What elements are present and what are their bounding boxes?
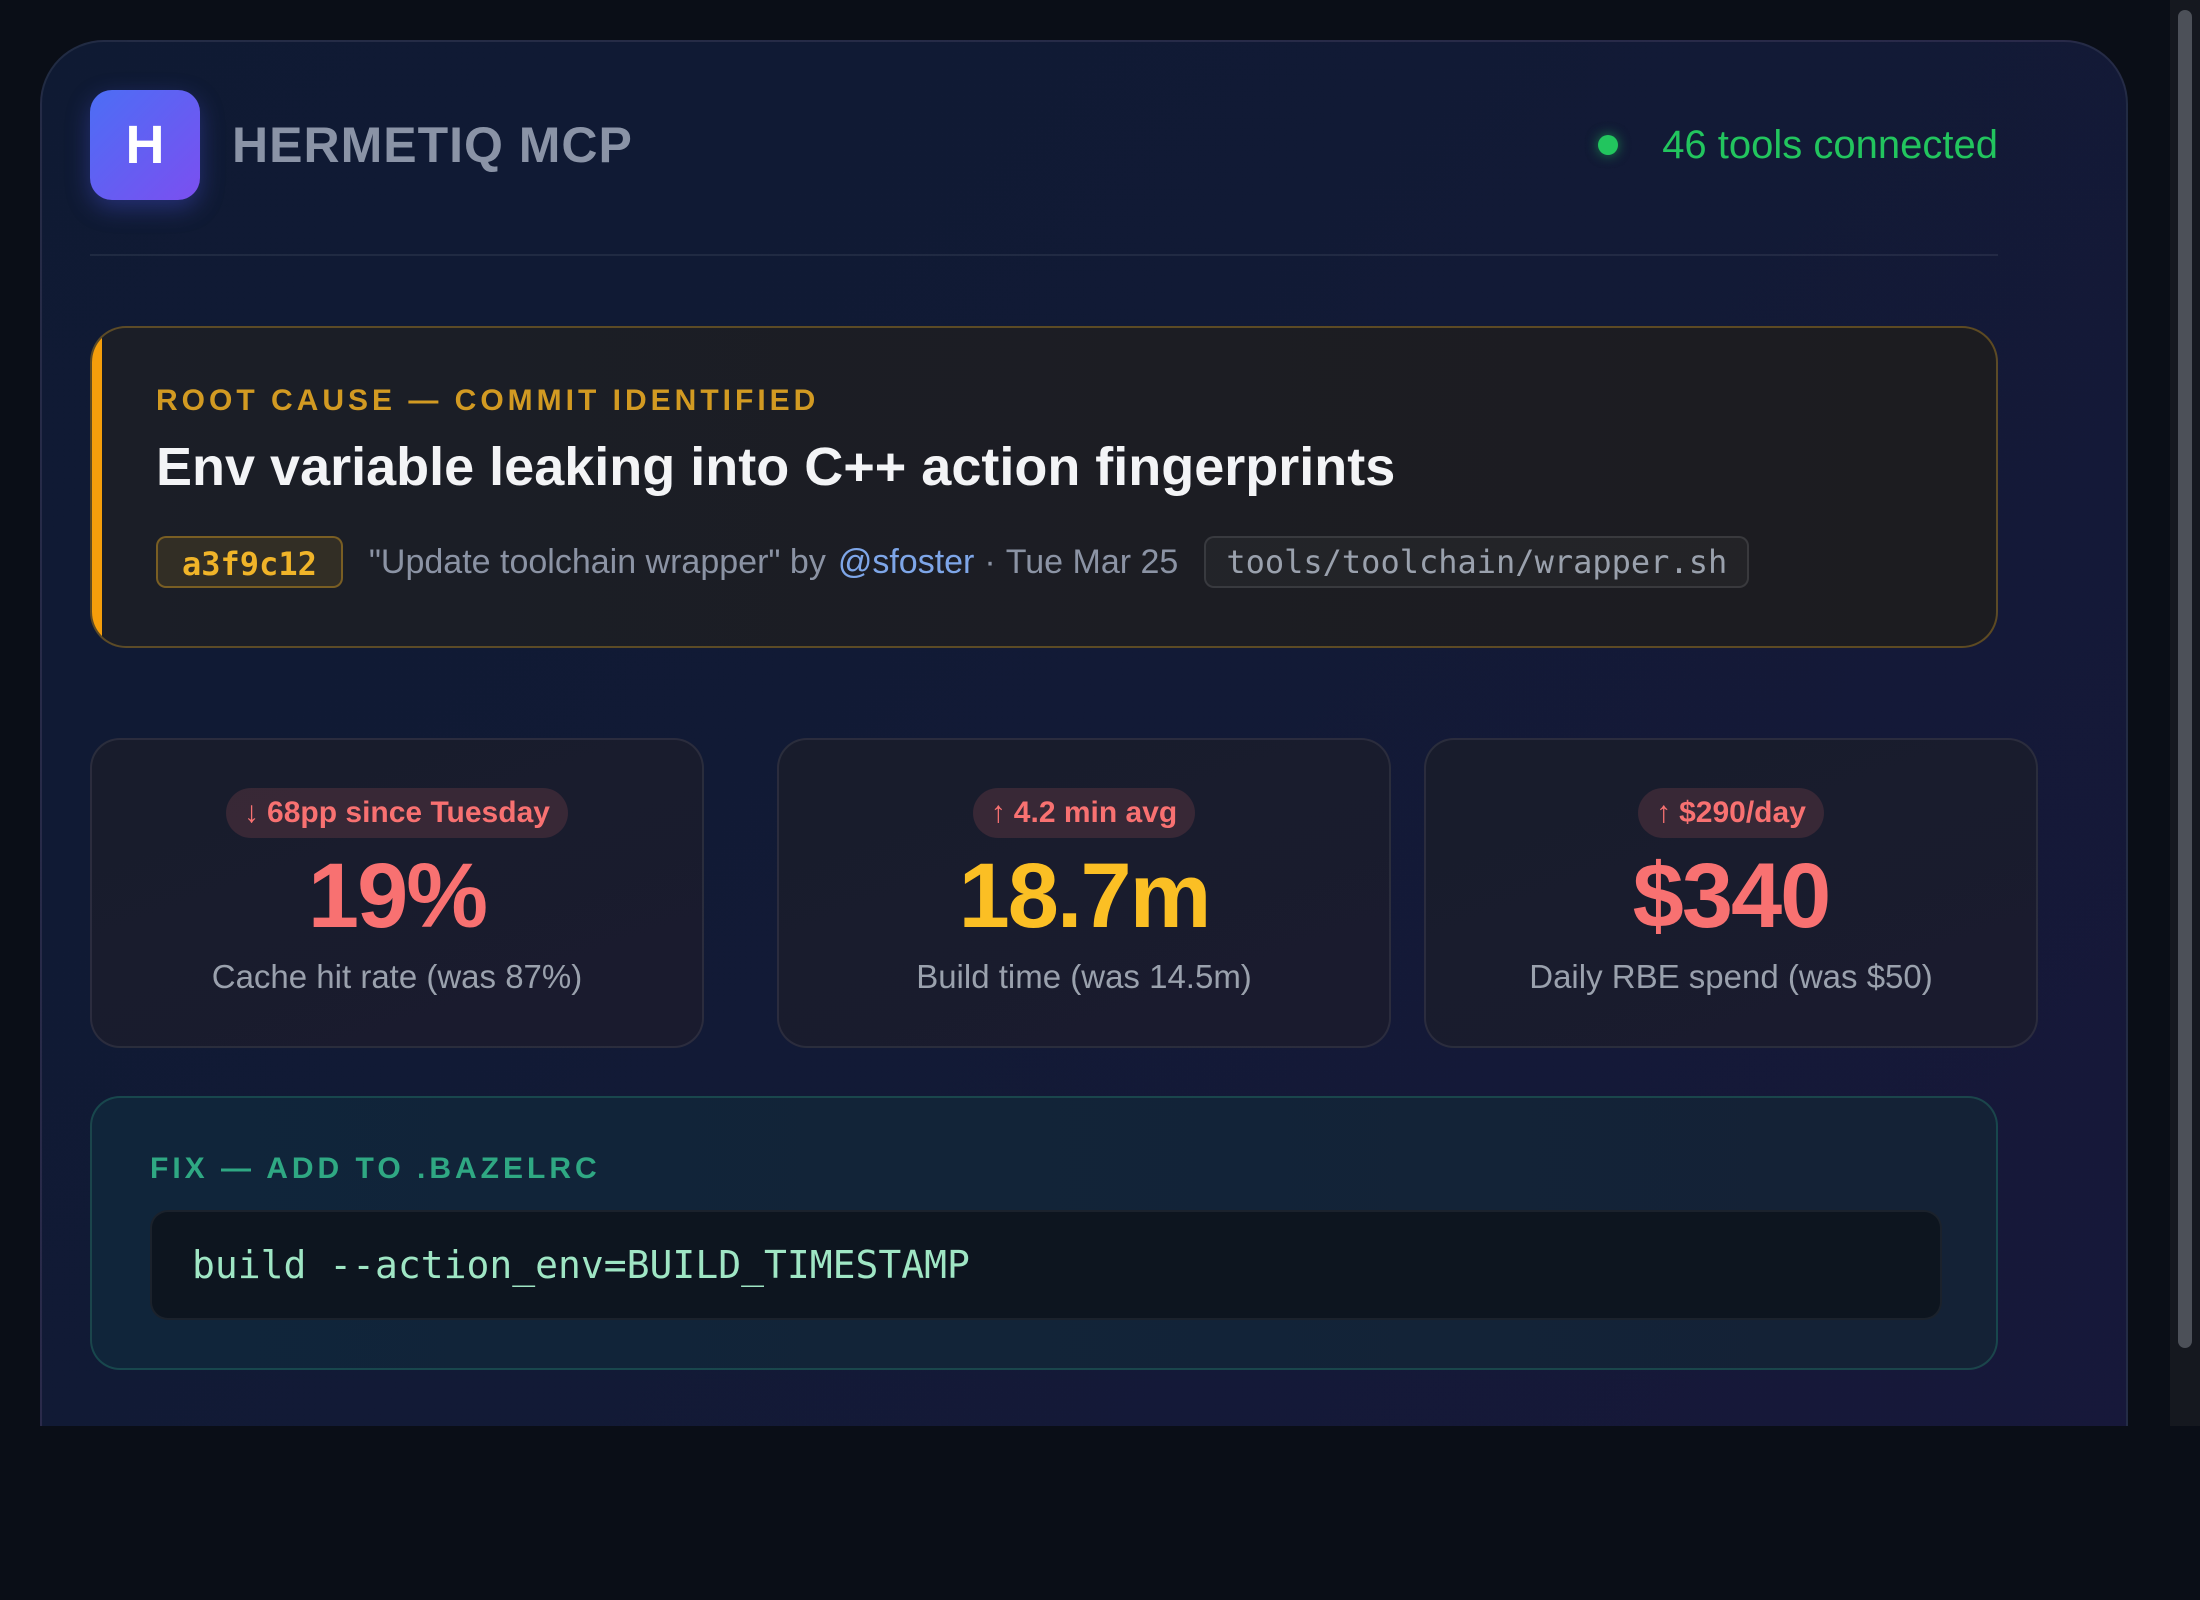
metric-delta-text: $290/day bbox=[1679, 796, 1806, 829]
code-snippet: build --action_env=BUILD_TIMESTAMP bbox=[192, 1243, 970, 1287]
scrollbar-track[interactable] bbox=[2170, 0, 2200, 1426]
root-cause-title: Env variable leaking into C++ action fin… bbox=[156, 437, 1396, 497]
connection-status: 46 tools connected bbox=[1598, 90, 1998, 200]
fix-card: FIX — ADD TO .BAZELRC build --action_env… bbox=[90, 1096, 1998, 1370]
metric-delta-badge: ↑ 4.2 min avg bbox=[972, 788, 1196, 838]
metric-card-cache-hit-rate: ↓ 68pp since Tuesday 19% Cache hit rate … bbox=[90, 738, 704, 1048]
status-text: 46 tools connected bbox=[1662, 122, 1998, 167]
status-dot-icon bbox=[1598, 135, 1619, 155]
metric-value: 18.7m bbox=[958, 845, 1212, 947]
meta-separator: · bbox=[984, 542, 996, 581]
arrow-up-icon: ↑ bbox=[1656, 796, 1672, 829]
app-logo: H bbox=[90, 90, 200, 200]
root-cause-eyebrow: ROOT CAUSE — COMMIT IDENTIFIED bbox=[156, 384, 820, 417]
root-cause-card: ROOT CAUSE — COMMIT IDENTIFIED Env varia… bbox=[90, 326, 1998, 648]
metric-label: Daily RBE spend (was $50) bbox=[1529, 958, 1933, 995]
commit-date: Tue Mar 25 bbox=[1005, 542, 1179, 581]
header-divider bbox=[90, 254, 1998, 256]
commit-author-link[interactable]: @sfoster bbox=[838, 543, 975, 582]
metric-label: Cache hit rate (was 87%) bbox=[211, 958, 583, 995]
metric-card-build-time: ↑ 4.2 min avg 18.7m Build time (was 14.5… bbox=[777, 738, 1391, 1048]
file-path-chip[interactable]: tools/toolchain/wrapper.sh bbox=[1204, 536, 1750, 588]
app-window: H HERMETIQ MCP 46 tools connected ROOT C… bbox=[0, 0, 2200, 1600]
metric-card-rbe-spend: ↑ $290/day $340 Daily RBE spend (was $50… bbox=[1424, 738, 2038, 1048]
commit-message: "Update toolchain wrapper" by bbox=[368, 542, 826, 581]
arrow-up-icon: ↑ bbox=[990, 796, 1006, 829]
metric-value: $340 bbox=[1632, 845, 1832, 947]
page-bottom-background bbox=[0, 1426, 2200, 1600]
metric-label: Build time (was 14.5m) bbox=[916, 958, 1252, 995]
header: H HERMETIQ MCP 46 tools connected bbox=[90, 90, 1998, 200]
arrow-down-icon: ↓ bbox=[244, 796, 260, 829]
scrollbar-thumb[interactable] bbox=[2178, 10, 2192, 1348]
code-block[interactable]: build --action_env=BUILD_TIMESTAMP bbox=[150, 1210, 1942, 1320]
root-cause-accent-bar bbox=[92, 328, 102, 646]
fix-eyebrow: FIX — ADD TO .BAZELRC bbox=[150, 1152, 601, 1185]
metric-delta-text: 68pp since Tuesday bbox=[267, 796, 550, 829]
metric-delta-badge: ↓ 68pp since Tuesday bbox=[226, 788, 568, 838]
commit-meta: a3f9c12 "Update toolchain wrapper" by @s… bbox=[156, 534, 1750, 590]
app-title: HERMETIQ MCP bbox=[232, 117, 633, 173]
metric-delta-text: 4.2 min avg bbox=[1013, 796, 1178, 829]
metric-delta-badge: ↑ $290/day bbox=[1638, 788, 1824, 838]
metric-value: 19% bbox=[307, 845, 488, 947]
commit-sha-badge[interactable]: a3f9c12 bbox=[156, 536, 343, 588]
